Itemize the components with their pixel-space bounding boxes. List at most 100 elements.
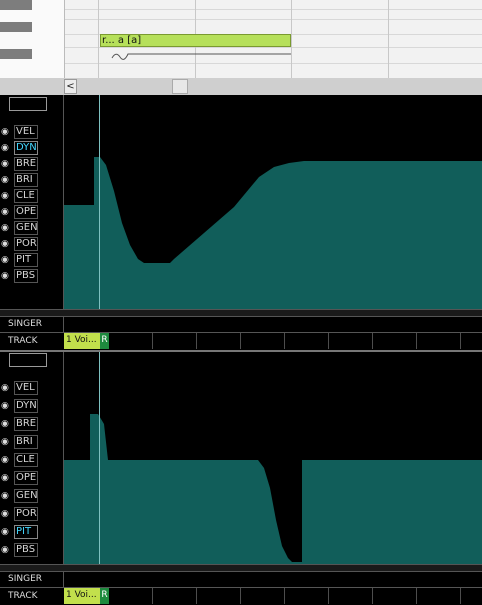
piano-roll[interactable]: r... a [a]	[0, 0, 482, 78]
param-label[interactable]: GEN	[14, 221, 38, 235]
param-label[interactable]: PBS	[14, 543, 38, 557]
eye-icon[interactable]: ◉	[1, 401, 10, 411]
eye-icon[interactable]: ◉	[1, 527, 10, 537]
param-value-box[interactable]	[9, 353, 47, 367]
eye-icon[interactable]: ◉	[1, 207, 10, 217]
eye-icon[interactable]: ◉	[1, 491, 10, 501]
param-row-ope[interactable]: ◉ OPE	[0, 469, 64, 487]
param-row-cle[interactable]: ◉ CLE	[0, 451, 64, 469]
record-button[interactable]: R	[100, 588, 109, 604]
piano-keys[interactable]	[0, 0, 65, 78]
track-cell[interactable]	[328, 333, 373, 349]
eye-icon[interactable]: ◉	[1, 223, 10, 233]
param-label[interactable]: CLE	[14, 189, 38, 203]
track-cell[interactable]	[152, 333, 197, 349]
param-label[interactable]: OPE	[14, 205, 38, 219]
eye-icon[interactable]: ◉	[1, 239, 10, 249]
track-cell[interactable]	[284, 588, 329, 604]
eye-icon[interactable]: ◉	[1, 455, 10, 465]
pitch-curve[interactable]	[64, 352, 482, 564]
param-label[interactable]: BRE	[14, 417, 38, 431]
param-label[interactable]: BRE	[14, 157, 38, 171]
param-label[interactable]: CLE	[14, 453, 38, 467]
track-cell[interactable]	[196, 333, 241, 349]
track-cell[interactable]	[240, 333, 285, 349]
eye-icon[interactable]: ◉	[1, 143, 10, 153]
black-key[interactable]	[0, 0, 32, 10]
eye-icon[interactable]: ◉	[1, 383, 10, 393]
param-row-vel[interactable]: ◉ VEL	[0, 124, 64, 140]
track-cell[interactable]	[372, 333, 417, 349]
eye-icon[interactable]: ◉	[1, 127, 10, 137]
param-row-pit[interactable]: ◉ PIT	[0, 252, 64, 268]
track-clip[interactable]: 1 Voi...	[64, 333, 100, 349]
param-row-bri[interactable]: ◉ BRI	[0, 433, 64, 451]
pitch-lane[interactable]	[63, 352, 482, 564]
track-cell[interactable]	[152, 588, 197, 604]
param-label[interactable]: POR	[14, 237, 38, 251]
param-label[interactable]: BRI	[14, 173, 38, 187]
param-label[interactable]: GEN	[14, 489, 38, 503]
track-cell[interactable]	[416, 333, 461, 349]
track-cell[interactable]	[240, 588, 285, 604]
track-cell[interactable]	[109, 588, 153, 604]
param-row-dyn[interactable]: ◉ DYN	[0, 140, 64, 156]
record-button[interactable]: R	[100, 333, 109, 349]
param-row-cle[interactable]: ◉ CLE	[0, 188, 64, 204]
note-block[interactable]: r... a [a]	[100, 34, 291, 47]
param-label[interactable]: PIT	[14, 525, 38, 539]
param-row-por[interactable]: ◉ POR	[0, 505, 64, 523]
track-cell[interactable]	[372, 588, 417, 604]
param-row-pbs[interactable]: ◉ PBS	[0, 541, 64, 559]
param-row-pit[interactable]: ◉ PIT	[0, 523, 64, 541]
pitch-curve	[111, 53, 291, 60]
eye-icon[interactable]: ◉	[1, 509, 10, 519]
eye-icon[interactable]: ◉	[1, 255, 10, 265]
param-label[interactable]: DYN	[14, 141, 38, 155]
param-label[interactable]: DYN	[14, 399, 38, 413]
scroll-track[interactable]	[78, 79, 482, 94]
param-label[interactable]: VEL	[14, 381, 38, 395]
black-key[interactable]	[0, 49, 32, 59]
scroll-left-button[interactable]: <	[64, 79, 77, 94]
param-value-box[interactable]	[9, 97, 47, 111]
track-row: TRACK 1 Voi... R	[0, 588, 482, 605]
dynamics-lane[interactable]	[63, 95, 482, 309]
param-row-ope[interactable]: ◉ OPE	[0, 204, 64, 220]
eye-icon[interactable]: ◉	[1, 545, 10, 555]
param-row-gen[interactable]: ◉ GEN	[0, 220, 64, 236]
track-cell[interactable]	[284, 333, 329, 349]
track-cell[interactable]	[109, 333, 153, 349]
param-row-gen[interactable]: ◉ GEN	[0, 487, 64, 505]
track-cell[interactable]	[328, 588, 373, 604]
param-label[interactable]: BRI	[14, 435, 38, 449]
eye-icon[interactable]: ◉	[1, 271, 10, 281]
param-row-pbs[interactable]: ◉ PBS	[0, 268, 64, 284]
beat-line	[291, 0, 292, 78]
eye-icon[interactable]: ◉	[1, 419, 10, 429]
singer-label: SINGER	[8, 319, 43, 329]
param-row-dyn[interactable]: ◉ DYN	[0, 397, 64, 415]
eye-icon[interactable]: ◉	[1, 191, 10, 201]
param-row-bri[interactable]: ◉ BRI	[0, 172, 64, 188]
eye-icon[interactable]: ◉	[1, 159, 10, 169]
param-row-por[interactable]: ◉ POR	[0, 236, 64, 252]
eye-icon[interactable]: ◉	[1, 473, 10, 483]
param-label[interactable]: VEL	[14, 125, 38, 139]
dynamics-curve[interactable]	[64, 95, 482, 309]
param-label[interactable]: PIT	[14, 253, 38, 267]
eye-icon[interactable]: ◉	[1, 437, 10, 447]
param-label[interactable]: POR	[14, 507, 38, 521]
param-row-vel[interactable]: ◉ VEL	[0, 379, 64, 397]
track-cell[interactable]	[416, 588, 461, 604]
scroll-thumb[interactable]	[172, 79, 188, 94]
param-row-bre[interactable]: ◉ BRE	[0, 415, 64, 433]
black-key[interactable]	[0, 22, 32, 32]
param-list: ◉ VEL ◉ DYN ◉ BRE ◉ BRI ◉ CLE ◉ OPE ◉ GEN ◉ POR …	[0, 379, 64, 559]
track-cell[interactable]	[196, 588, 241, 604]
eye-icon[interactable]: ◉	[1, 175, 10, 185]
param-label[interactable]: OPE	[14, 471, 38, 485]
track-clip[interactable]: 1 Voi...	[64, 588, 100, 604]
param-label[interactable]: PBS	[14, 269, 38, 283]
param-row-bre[interactable]: ◉ BRE	[0, 156, 64, 172]
